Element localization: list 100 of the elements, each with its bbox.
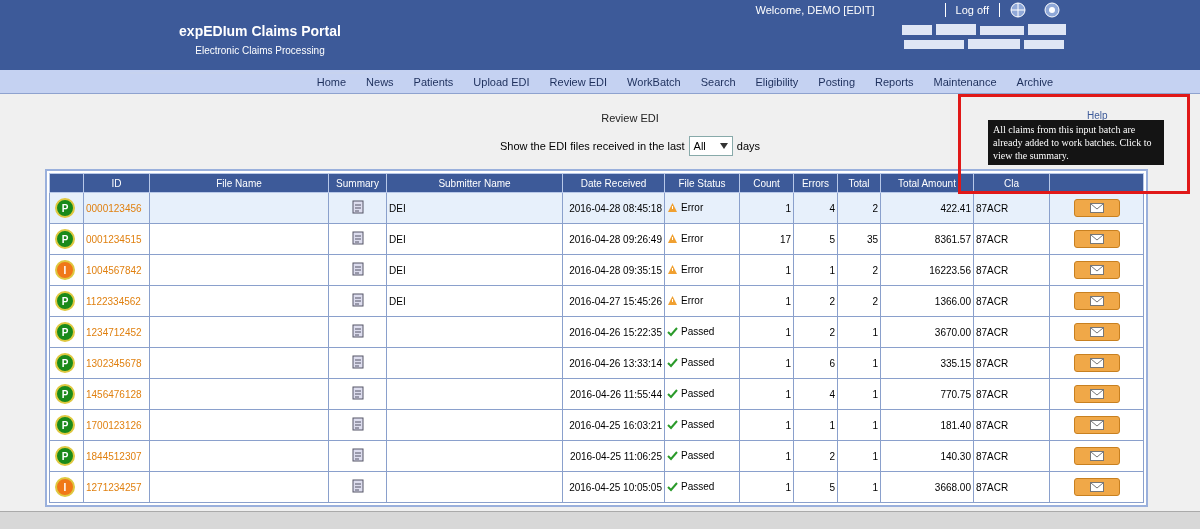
column-header: Total — [848, 177, 870, 189]
nav-link[interactable]: Patients — [413, 75, 454, 88]
nav-link[interactable]: Maintenance — [933, 75, 997, 88]
table-cell: 1 — [785, 450, 791, 462]
nav-link[interactable]: Upload EDI — [473, 75, 530, 88]
table-cell: 1 — [829, 264, 835, 276]
summary-button[interactable] — [1073, 354, 1120, 372]
table-cell: 2016-04-26 13:33:14 — [569, 357, 662, 369]
table-cell: 2 — [829, 326, 835, 338]
column-header: Cla — [1004, 177, 1019, 189]
document-icon[interactable] — [351, 231, 364, 245]
table-cell: 1 — [872, 388, 878, 400]
table-cell: 2016-04-28 09:35:15 — [569, 264, 662, 276]
table-cell: DEI — [389, 202, 406, 214]
file-status: Error — [681, 294, 704, 306]
tooltip: All claims from this input batch are already added to work batches. Click to view the summary. — [988, 120, 1164, 165]
file-status: Passed — [681, 356, 715, 368]
document-icon[interactable] — [351, 448, 364, 462]
status-badge: P — [55, 353, 75, 373]
table-cell: 1 — [872, 326, 878, 338]
table-cell: 1 — [872, 481, 878, 493]
table-cell: 2016-04-26 15:22:35 — [569, 326, 662, 338]
document-icon[interactable] — [351, 386, 364, 400]
summary-button[interactable] — [1073, 478, 1120, 496]
table-cell: 1 — [785, 264, 791, 276]
document-icon[interactable] — [351, 200, 364, 214]
envelope-icon — [1089, 451, 1104, 461]
file-status: Passed — [681, 387, 715, 399]
table-cell: 35 — [866, 233, 878, 245]
table-cell: DEI — [389, 295, 406, 307]
document-icon[interactable] — [351, 293, 364, 307]
column-header: Errors — [801, 177, 830, 189]
portal-subtitle: Electronic Claims Processing — [195, 45, 325, 56]
table-cell: 1 — [785, 481, 791, 493]
envelope-icon — [1089, 389, 1104, 399]
summary-button[interactable] — [1073, 261, 1120, 279]
globe-icon[interactable] — [1010, 2, 1026, 18]
table-cell: 1 — [829, 419, 835, 431]
table-cell: DEI — [389, 233, 406, 245]
table-cell: 5 — [829, 481, 835, 493]
column-header: Summary — [336, 177, 379, 189]
nav-link[interactable]: Eligibility — [755, 75, 799, 88]
document-icon[interactable] — [351, 479, 364, 493]
summary-button[interactable] — [1073, 447, 1120, 465]
nav-link[interactable]: Posting — [818, 75, 856, 88]
table-cell: 87ACR — [976, 233, 1009, 245]
table-cell: 1 — [872, 419, 878, 431]
nav-link[interactable]: Review EDI — [549, 75, 608, 88]
envelope-icon — [1089, 482, 1104, 492]
status-badge: P — [55, 322, 75, 342]
table-cell: 2016-04-25 16:03:21 — [569, 419, 662, 431]
table-cell: 1 — [785, 295, 791, 307]
summary-button[interactable] — [1073, 416, 1120, 434]
nav-link[interactable]: WorkBatch — [627, 75, 681, 88]
document-icon[interactable] — [351, 262, 364, 276]
table-cell: 3670.00 — [934, 326, 971, 338]
help-icon[interactable] — [1044, 2, 1060, 18]
file-status: Error — [681, 263, 704, 275]
table-cell: 2 — [872, 202, 878, 214]
filter-label: Show the EDI files received in the last — [499, 140, 685, 152]
status-badge: I — [55, 477, 75, 497]
summary-button[interactable] — [1073, 230, 1120, 248]
file-status: Passed — [681, 480, 715, 492]
envelope-icon — [1089, 358, 1104, 368]
warning-icon — [667, 201, 678, 213]
welcome-text: Welcome, DEMO [EDIT] — [755, 4, 875, 16]
nav-link[interactable]: Reports — [875, 75, 914, 88]
table-cell: 2016-04-25 10:05:05 — [569, 481, 662, 493]
logoff-link[interactable]: Log off — [955, 4, 989, 16]
portal-title: expEDIum Claims Portal — [179, 23, 341, 39]
document-icon[interactable] — [351, 417, 364, 431]
file-status: Error — [681, 232, 704, 244]
table-cell: 16223.56 — [929, 264, 971, 276]
envelope-icon — [1089, 296, 1104, 306]
status-badge: P — [55, 198, 75, 218]
summary-button[interactable] — [1073, 199, 1120, 217]
column-header: ID — [111, 177, 122, 189]
table-cell: 1366.00 — [934, 295, 971, 307]
nav-link[interactable]: News — [366, 75, 394, 88]
days-dropdown[interactable]: All — [688, 136, 733, 156]
nav-link[interactable]: Archive — [1016, 75, 1054, 88]
check-icon — [667, 356, 678, 368]
table-cell: 87ACR — [976, 326, 1009, 338]
summary-button[interactable] — [1073, 323, 1120, 341]
table-cell: 2 — [872, 264, 878, 276]
warning-icon — [667, 232, 678, 244]
summary-button[interactable] — [1073, 292, 1120, 310]
file-status: Passed — [681, 418, 715, 430]
document-icon[interactable] — [351, 324, 364, 338]
table-cell: 335.15 — [940, 357, 971, 369]
nav-link[interactable]: Search — [700, 75, 736, 88]
status-badge: P — [55, 384, 75, 404]
column-header: Count — [753, 177, 780, 189]
table-cell: 2 — [829, 450, 835, 462]
document-icon[interactable] — [351, 355, 364, 369]
nav-link[interactable]: Home — [316, 75, 347, 88]
envelope-icon — [1089, 234, 1104, 244]
table-cell: 140.30 — [940, 450, 971, 462]
summary-button[interactable] — [1073, 385, 1120, 403]
warning-icon — [667, 263, 678, 275]
